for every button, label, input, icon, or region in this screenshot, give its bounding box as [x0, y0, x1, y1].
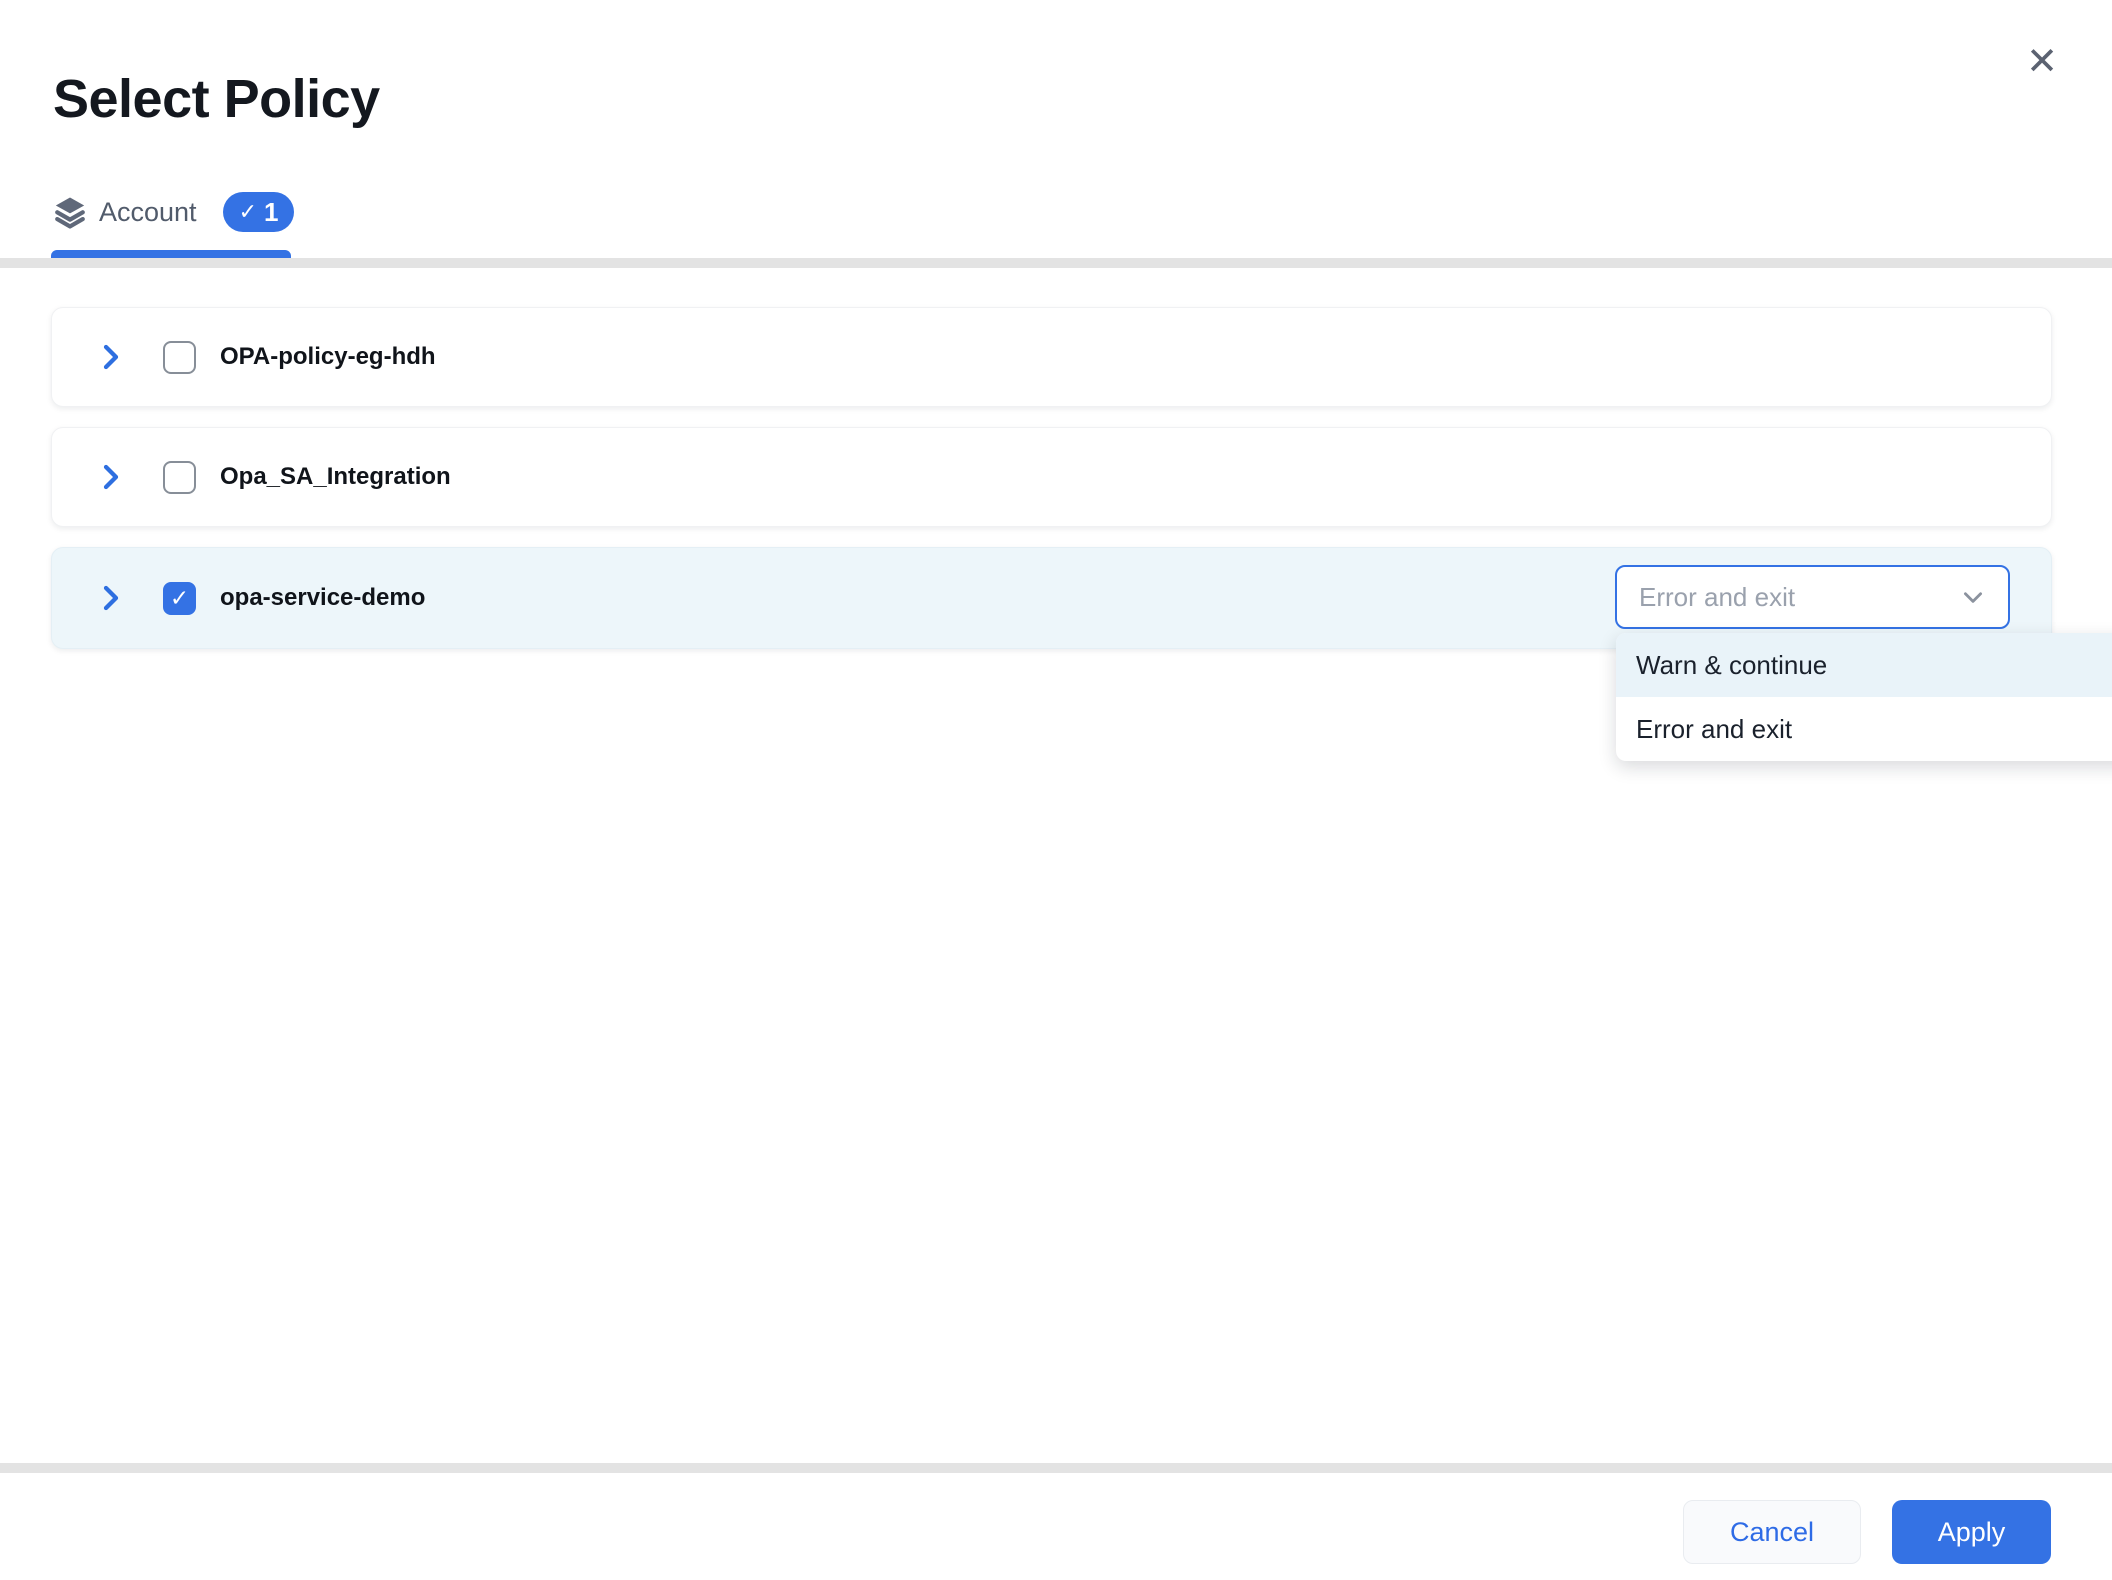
footer-divider — [0, 1463, 2112, 1473]
action-dropdown-value: Error and exit — [1639, 582, 1960, 613]
policy-name: opa-service-demo — [220, 584, 425, 612]
policy-checkbox[interactable]: ✓ — [163, 582, 196, 615]
cancel-button[interactable]: Cancel — [1683, 1500, 1861, 1564]
chevron-right-icon[interactable] — [96, 583, 126, 613]
badge-check-icon: ✓ — [239, 201, 257, 223]
layers-icon — [53, 195, 87, 229]
tab-account-label: Account — [99, 197, 197, 228]
action-dropdown[interactable]: Error and exit — [1615, 565, 2010, 629]
policy-name: Opa_SA_Integration — [220, 463, 451, 491]
action-dropdown-menu: Warn & continue Error and exit — [1616, 633, 2112, 761]
policy-checkbox[interactable] — [163, 461, 196, 494]
tab-account[interactable]: Account ✓ 1 — [53, 188, 294, 236]
menu-option-warn-continue[interactable]: Warn & continue — [1616, 633, 2112, 697]
page-title: Select Policy — [53, 68, 380, 130]
badge-count: 1 — [264, 199, 278, 225]
chevron-right-icon[interactable] — [96, 342, 126, 372]
close-icon[interactable]: ✕ — [2018, 38, 2066, 86]
chevron-down-icon — [1960, 584, 1986, 610]
apply-button[interactable]: Apply — [1892, 1500, 2051, 1564]
policy-row-opa-sa-integration: Opa_SA_Integration — [51, 427, 2052, 527]
tab-bar-divider — [0, 258, 2112, 268]
policy-list: OPA-policy-eg-hdh Opa_SA_Integration ✓ o… — [51, 307, 2052, 669]
chevron-right-icon[interactable] — [96, 462, 126, 492]
active-tab-underline — [51, 250, 291, 258]
menu-option-error-exit[interactable]: Error and exit — [1616, 697, 2112, 761]
policy-checkbox[interactable] — [163, 341, 196, 374]
selected-count-badge: ✓ 1 — [223, 192, 295, 232]
policy-name: OPA-policy-eg-hdh — [220, 343, 436, 371]
policy-row-opa-policy-eg-hdh: OPA-policy-eg-hdh — [51, 307, 2052, 407]
